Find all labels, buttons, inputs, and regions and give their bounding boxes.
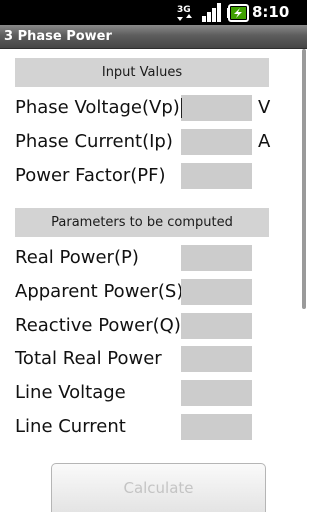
app-title-bar: 3 Phase Power — [0, 25, 307, 49]
phase-voltage-input[interactable] — [181, 95, 252, 121]
reactive-power-output[interactable] — [181, 313, 252, 339]
status-time: 8:10 AM — [252, 3, 290, 42]
calculate-button[interactable]: Calculate — [51, 463, 266, 512]
text-cursor — [181, 98, 182, 118]
svg-text:3G: 3G — [177, 5, 191, 15]
apparent-power-label: Apparent Power(S) — [15, 281, 184, 302]
computed-parameters-header: Parameters to be computed — [15, 208, 269, 237]
current-unit: A — [258, 131, 271, 152]
scrollbar[interactable] — [302, 49, 306, 309]
real-power-label: Real Power(P) — [15, 247, 139, 268]
phase-current-label: Phase Current(Ip) — [15, 131, 173, 152]
reactive-power-label: Reactive Power(Q) — [15, 315, 181, 336]
line-current-output[interactable] — [181, 414, 252, 440]
input-values-header: Input Values — [15, 58, 269, 87]
total-real-power-label: Total Real Power — [15, 348, 162, 369]
3g-icon: 3G — [176, 2, 196, 22]
power-factor-input[interactable] — [181, 163, 252, 189]
line-voltage-label: Line Voltage — [15, 382, 126, 403]
voltage-unit: V — [258, 97, 271, 118]
real-power-output[interactable] — [181, 245, 252, 271]
phase-voltage-label: Phase Voltage(Vp) — [15, 97, 180, 118]
signal-icon — [202, 3, 221, 22]
app-title: 3 Phase Power — [4, 29, 112, 44]
apparent-power-output[interactable] — [181, 279, 252, 305]
line-voltage-output[interactable] — [181, 380, 252, 406]
power-factor-label: Power Factor(PF) — [15, 165, 166, 186]
total-real-power-output[interactable] — [181, 346, 252, 372]
line-current-label: Line Current — [15, 416, 126, 437]
status-bar: 3G 8:10 AM — [0, 0, 307, 42]
battery-charging-icon — [227, 4, 249, 22]
phase-current-input[interactable] — [181, 129, 252, 155]
